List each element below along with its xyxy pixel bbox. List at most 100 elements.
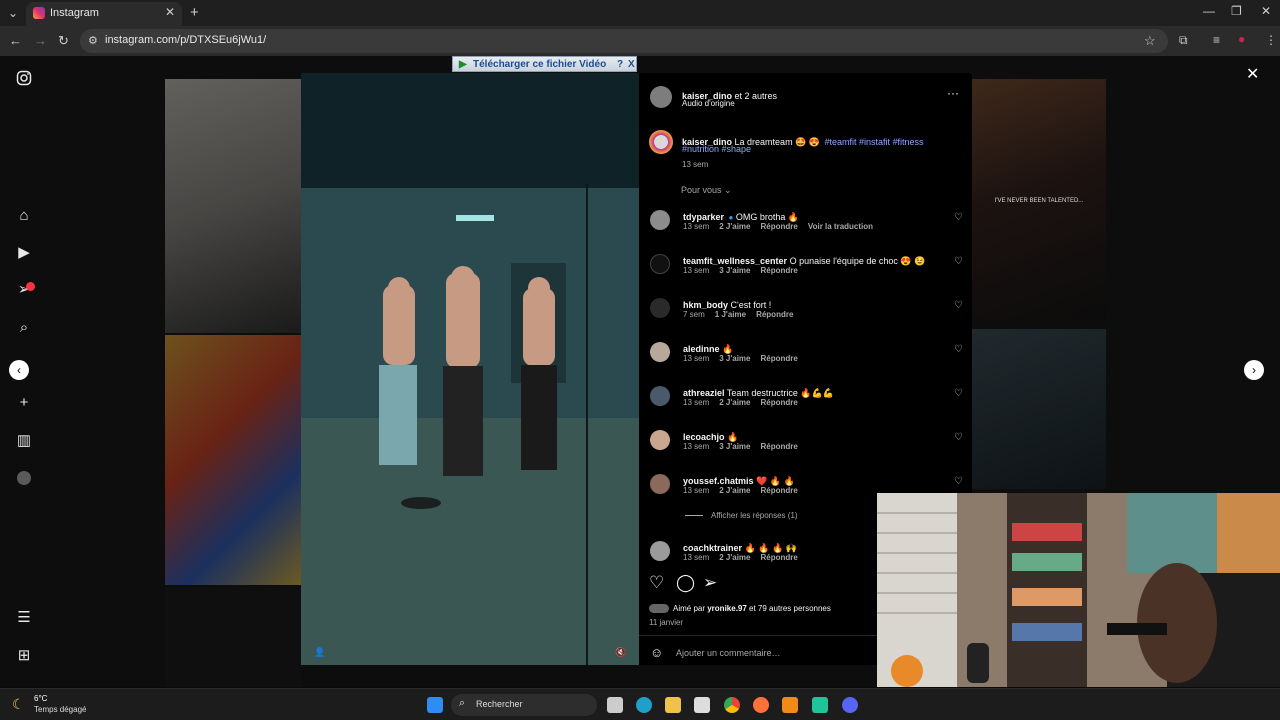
taskbar-search[interactable]: ⌕ Rechercher [451, 694, 597, 716]
search-icon[interactable]: ⌕ [14, 318, 34, 338]
comment-like-icon[interactable]: ♡ [954, 388, 963, 399]
comment-avatar[interactable] [650, 342, 670, 362]
comment-likes[interactable]: 3 J'aime [719, 442, 750, 451]
reply-button[interactable]: Répondre [761, 266, 798, 275]
tab-instagram[interactable]: Instagram ✕ [26, 2, 182, 26]
weather-icon[interactable]: ☾ [12, 696, 25, 713]
add-comment-input[interactable]: Ajouter un commentaire… [676, 648, 781, 658]
reply-button[interactable]: Répondre [761, 442, 798, 451]
dashboard-icon[interactable]: ▥ [14, 431, 34, 451]
bg-tile-hoodie[interactable] [165, 79, 301, 333]
comment-avatar[interactable] [650, 298, 670, 318]
bg-tile-dark-bottom[interactable] [165, 587, 301, 687]
also-from-meta-icon[interactable]: ⊞ [14, 646, 34, 666]
header-coauthors[interactable]: et 2 autres [732, 91, 778, 101]
reload-icon[interactable]: ↻ [58, 33, 69, 49]
address-bar[interactable]: ⚙ instagram.com/p/DTXSEu6jWu1/ ☆ [80, 29, 1168, 53]
edge-icon[interactable] [636, 697, 652, 713]
next-post-button[interactable]: › [1244, 360, 1264, 380]
extensions-icon[interactable]: ⧉ [1179, 33, 1188, 48]
comment-likes[interactable]: 3 J'aime [719, 354, 750, 363]
see-translation-link[interactable]: Voir la traduction [808, 222, 873, 231]
banner-close-button[interactable]: X [628, 59, 635, 70]
green-app-icon[interactable] [812, 697, 828, 713]
comment-likes[interactable]: 1 J'aime [715, 310, 746, 319]
windows-start-icon[interactable] [427, 697, 443, 713]
site-info-icon[interactable]: ⚙ [88, 34, 98, 47]
comment-avatar[interactable] [650, 430, 670, 450]
comment-avatar[interactable] [650, 210, 670, 230]
comment-like-icon[interactable]: ♡ [954, 300, 963, 311]
bookmark-star-icon[interactable]: ☆ [1144, 33, 1156, 49]
bg-tile-anime[interactable] [165, 335, 301, 585]
view-replies-link[interactable]: Afficher les réponses (1) [685, 511, 798, 520]
previous-post-button[interactable]: ‹ [9, 360, 29, 380]
comment-username[interactable]: athreaziel [683, 388, 725, 398]
comment-avatar[interactable] [650, 474, 670, 494]
author-avatar[interactable] [650, 86, 672, 108]
tab-close-icon[interactable]: ✕ [165, 5, 175, 19]
comment-likes[interactable]: 2 J'aime [719, 222, 750, 231]
comment-like-icon[interactable]: ♡ [954, 344, 963, 355]
reply-button[interactable]: Répondre [761, 222, 798, 231]
reels-icon[interactable]: ▶ [14, 243, 34, 263]
create-icon[interactable]: + [14, 393, 34, 413]
like-icon[interactable]: ♡ [649, 573, 664, 593]
comment-like-icon[interactable]: ♡ [954, 476, 963, 487]
comment-avatar[interactable] [650, 386, 670, 406]
post-video[interactable]: 👤 🔇 [301, 73, 639, 665]
more-options-icon[interactable]: ··· [947, 86, 959, 100]
comment-username[interactable]: tdyparker [683, 212, 724, 222]
comment-likes[interactable]: 3 J'aime [719, 266, 750, 275]
tab-list-icon[interactable]: ⌄ [8, 6, 18, 20]
comment-username[interactable]: hkm_body [683, 300, 728, 310]
comment-likes[interactable]: 2 J'aime [719, 553, 750, 562]
minimize-icon[interactable]: — [1203, 4, 1215, 18]
user-tag-icon[interactable]: 👤 [314, 647, 325, 658]
new-tab-icon[interactable]: + [190, 4, 199, 21]
emoji-icon[interactable]: ☺ [650, 645, 663, 660]
window-close-icon[interactable]: ✕ [1261, 4, 1271, 18]
back-icon[interactable]: ← [9, 33, 22, 48]
home-icon[interactable]: ⌂ [14, 206, 34, 226]
comment-username[interactable]: aledinne [683, 344, 720, 354]
comment-icon[interactable]: ◯ [676, 573, 695, 593]
profile-icon[interactable]: ● [1238, 32, 1245, 46]
media-icon[interactable]: ≡ [1213, 33, 1220, 47]
reply-button[interactable]: Répondre [761, 486, 798, 495]
weather-temp[interactable]: 6°C [34, 694, 47, 703]
store-icon[interactable] [694, 697, 710, 713]
sort-comments-dropdown[interactable]: Pour vous ⌄ [681, 185, 732, 196]
comment-username[interactable]: lecoachjo [683, 432, 725, 442]
audio-label[interactable]: Audio d'origine [682, 99, 735, 108]
reply-button[interactable]: Répondre [756, 310, 793, 319]
forward-icon[interactable]: → [34, 33, 47, 48]
discord-icon[interactable] [842, 697, 858, 713]
more-menu-icon[interactable]: ☰ [14, 608, 34, 628]
chrome-icon[interactable] [724, 697, 740, 713]
file-explorer-icon[interactable] [665, 697, 681, 713]
comment-username[interactable]: coachktrainer [683, 543, 742, 553]
caption-hashtags-2[interactable]: #nutrition #shape [682, 144, 751, 154]
browser-menu-icon[interactable]: ⋮ [1265, 33, 1277, 47]
profile-avatar[interactable] [14, 468, 34, 488]
comment-likes[interactable]: 2 J'aime [719, 486, 750, 495]
bg-tile-gym[interactable] [972, 329, 1106, 489]
download-video-banner[interactable]: ▶ Télécharger ce fichier Vidéo ? X [452, 56, 637, 72]
firefox-icon[interactable] [753, 697, 769, 713]
instagram-logo-icon[interactable] [14, 70, 34, 90]
comment-avatar[interactable] [650, 254, 670, 274]
comment-likes[interactable]: 2 J'aime [719, 398, 750, 407]
comment-username[interactable]: teamfit_wellness_center [683, 256, 787, 266]
comment-like-icon[interactable]: ♡ [954, 432, 963, 443]
caption-avatar[interactable] [649, 130, 673, 154]
bg-tile-quote[interactable]: I'VE NEVER BEEN TALENTED... [972, 79, 1106, 319]
weather-desc[interactable]: Temps dégagé [34, 705, 86, 714]
reply-button[interactable]: Répondre [761, 398, 798, 407]
vlc-icon[interactable] [782, 697, 798, 713]
reply-button[interactable]: Répondre [761, 553, 798, 562]
reply-button[interactable]: Répondre [761, 354, 798, 363]
task-view-icon[interactable] [607, 697, 623, 713]
likes-user[interactable]: yronike.97 [707, 604, 747, 613]
caption-hashtags-1[interactable]: #teamfit #instafit #fitness [824, 137, 923, 147]
